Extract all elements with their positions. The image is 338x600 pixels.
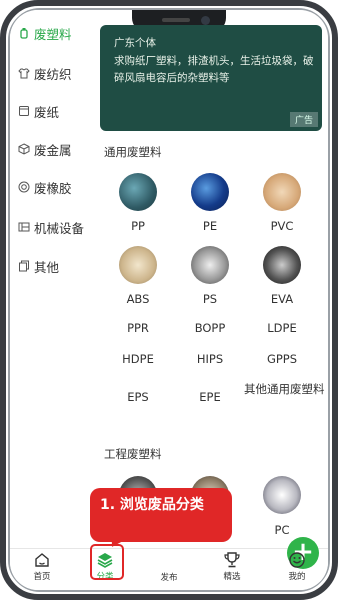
pc-thumbnail[interactable] — [263, 476, 301, 514]
sidebar-item-label: 废纸 — [34, 104, 60, 120]
category-pp[interactable]: PP — [100, 218, 176, 234]
sidebar-item-waste-metal[interactable]: 废金属 — [18, 138, 72, 160]
cube-icon — [18, 143, 30, 155]
tutorial-callout: 1. 浏览废品分类 — [90, 488, 232, 542]
sidebar-item-label: 机械设备 — [34, 220, 85, 236]
bottle-icon — [20, 28, 28, 39]
tire-icon — [18, 181, 30, 193]
tab-label: 发布 — [160, 573, 178, 583]
tab-publish[interactable]: + 发布 — [144, 537, 319, 583]
category-epe[interactable]: EPE — [172, 389, 248, 405]
category-sidebar: 废塑料 废纺织 废纸 废金属 废橡胶 机械设备 其他 — [10, 10, 96, 550]
copy-icon — [19, 260, 29, 272]
ad-banner[interactable]: 广东个体 求购纸厂塑料，排渣机头，生活垃圾袋，破碎风扇电容后的杂塑料等 广告 — [100, 25, 322, 131]
ps-thumbnail[interactable] — [191, 246, 229, 284]
ad-tag: 广告 — [289, 112, 318, 127]
volume-down-button — [0, 162, 4, 198]
tab-home[interactable]: 首页 — [17, 551, 67, 582]
sidebar-item-waste-plastic[interactable]: 废塑料 — [18, 22, 72, 44]
machine-icon — [18, 222, 30, 232]
volume-up-button — [0, 116, 4, 152]
banner-text: 求购纸厂塑料，排渣机头，生活垃圾袋，破碎风扇电容后的杂塑料等 — [114, 55, 314, 84]
app-screen: 废塑料 废纺织 废纸 废金属 废橡胶 机械设备 其他 广东个体 求购纸厂塑料，排… — [10, 10, 328, 590]
tab-label: 精选 — [223, 572, 241, 582]
paper-icon — [19, 106, 29, 116]
sidebar-item-label: 废橡胶 — [34, 180, 72, 196]
tab-featured[interactable]: 精选 — [207, 551, 257, 582]
sidebar-item-label: 其他 — [34, 259, 60, 275]
trophy-icon — [224, 552, 240, 568]
sidebar-item-label: 废金属 — [34, 142, 72, 158]
category-other-general-plastics[interactable]: 其他通用废塑料 — [244, 381, 328, 397]
sidebar-item-label: 废纺织 — [34, 66, 72, 82]
sidebar-item-waste-rubber[interactable]: 废橡胶 — [18, 176, 72, 198]
tab-mine[interactable]: 我的 — [272, 551, 322, 582]
user-icon — [289, 552, 305, 568]
shirt-icon — [18, 68, 30, 79]
category-pvc[interactable]: PVC — [244, 218, 320, 234]
sidebar-item-waste-paper[interactable]: 废纸 — [18, 100, 59, 122]
power-button — [334, 146, 338, 206]
pvc-thumbnail[interactable] — [263, 173, 301, 211]
eva-thumbnail[interactable] — [263, 246, 301, 284]
highlight-box — [90, 544, 124, 580]
category-pe[interactable]: PE — [172, 218, 248, 234]
tab-label: 我的 — [288, 572, 306, 582]
sidebar-item-waste-textile[interactable]: 废纺织 — [18, 62, 72, 84]
category-bopp[interactable]: BOPP — [172, 320, 248, 336]
category-gpps[interactable]: GPPS — [244, 351, 320, 367]
sidebar-item-other[interactable]: 其他 — [18, 255, 59, 277]
category-hdpe[interactable]: HDPE — [100, 351, 176, 367]
banner-title: 广东个体 — [114, 37, 156, 49]
category-abs[interactable]: ABS — [100, 291, 176, 307]
pp-thumbnail[interactable] — [119, 173, 157, 211]
category-ppr[interactable]: PPR — [100, 320, 176, 336]
category-pc[interactable]: PC — [244, 522, 320, 538]
abs-thumbnail[interactable] — [119, 246, 157, 284]
sidebar-item-machinery[interactable]: 机械设备 — [18, 216, 84, 238]
front-camera — [201, 16, 210, 25]
category-eps[interactable]: EPS — [100, 389, 176, 405]
category-eva[interactable]: EVA — [244, 291, 320, 307]
category-ps[interactable]: PS — [172, 291, 248, 307]
sidebar-item-label: 废塑料 — [34, 26, 72, 42]
home-icon — [35, 553, 49, 567]
category-hips[interactable]: HIPS — [172, 351, 248, 367]
bottom-tab-bar: 首页 分类 + 发布 精选 我的 — [10, 537, 328, 590]
speaker — [162, 18, 190, 22]
category-ldpe[interactable]: LDPE — [244, 320, 320, 336]
tab-label: 首页 — [33, 572, 51, 582]
pe-thumbnail[interactable] — [191, 173, 229, 211]
section-title-engineering-plastics: 工程废塑料 — [104, 447, 162, 461]
section-title-general-plastics: 通用废塑料 — [104, 145, 162, 159]
